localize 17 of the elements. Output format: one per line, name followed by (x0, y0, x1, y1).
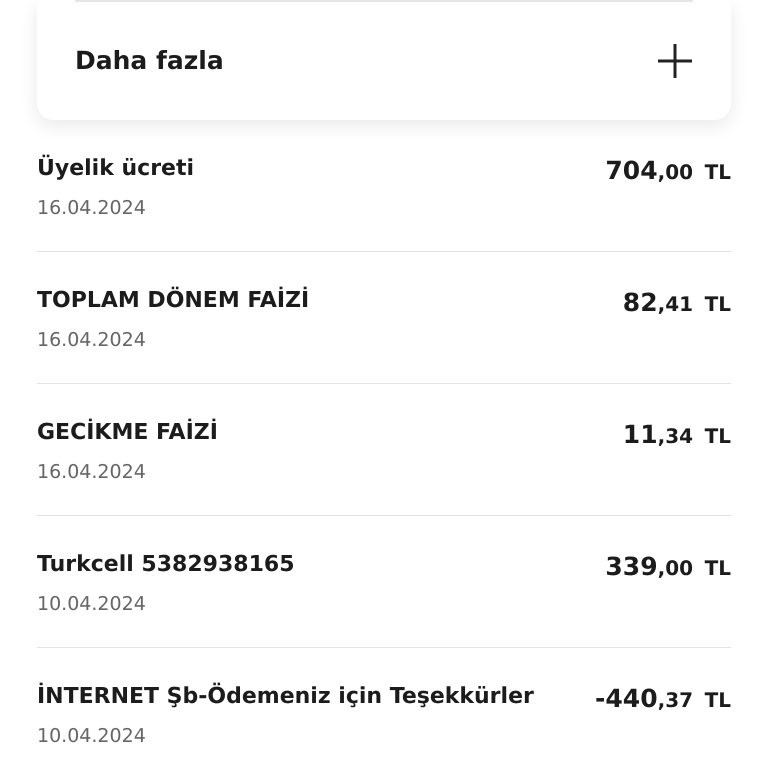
transaction-amount: 339,00 TL (605, 552, 731, 582)
transaction-title: TOPLAM DÖNEM FAİZİ (37, 288, 310, 314)
transaction-date: 10.04.2024 (37, 724, 147, 750)
transaction-amount: -440,37 TL (595, 684, 731, 714)
more-label[interactable]: Daha fazla (75, 42, 224, 80)
transaction-date: 16.04.2024 (37, 196, 147, 222)
transaction-title: Üyelik ücreti (37, 156, 194, 182)
transaction-title: Turkcell 5382938165 (37, 552, 295, 578)
transaction-date: 16.04.2024 (37, 460, 147, 486)
transaction-amount: 11,34 TL (622, 420, 731, 450)
transaction-amount: 82,41 TL (622, 288, 731, 318)
transaction-amount: 704,00 TL (605, 156, 731, 186)
transaction-date: 10.04.2024 (37, 592, 147, 618)
transaction-date: 16.04.2024 (37, 328, 147, 354)
transaction-title: İNTERNET Şb-Ödemeniz için Teşekkürler (37, 684, 534, 710)
transaction-title: GECİKME FAİZİ (37, 420, 218, 446)
plus-icon[interactable] (657, 43, 693, 79)
